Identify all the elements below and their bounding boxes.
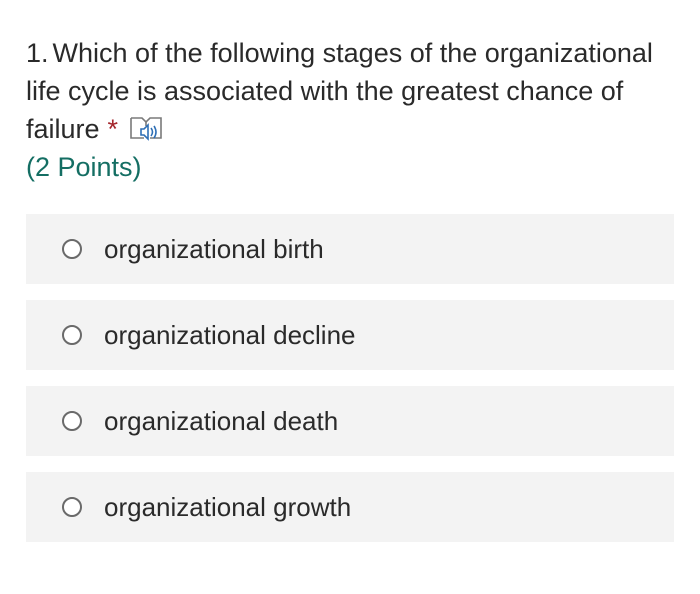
option-organizational-birth[interactable]: organizational birth (26, 214, 674, 284)
option-label: organizational decline (104, 319, 356, 350)
immersive-reader-icon[interactable] (128, 112, 164, 144)
question-points: (2 Points) (26, 152, 142, 182)
radio-button[interactable] (62, 411, 82, 431)
question-number: 1. (26, 38, 49, 68)
radio-button[interactable] (62, 325, 82, 345)
question-block: 1. Which of the following stages of the o… (26, 34, 656, 186)
option-organizational-growth[interactable]: organizational growth (26, 472, 674, 542)
option-label: organizational birth (104, 233, 324, 264)
option-organizational-death[interactable]: organizational death (26, 386, 674, 456)
radio-button[interactable] (62, 497, 82, 517)
option-organizational-decline[interactable]: organizational decline (26, 300, 674, 370)
option-label: organizational growth (104, 491, 352, 522)
radio-button[interactable] (62, 239, 82, 259)
required-asterisk: * (107, 114, 119, 144)
option-label: organizational death (104, 405, 339, 436)
question-text: Which of the following stages of the org… (26, 38, 653, 144)
